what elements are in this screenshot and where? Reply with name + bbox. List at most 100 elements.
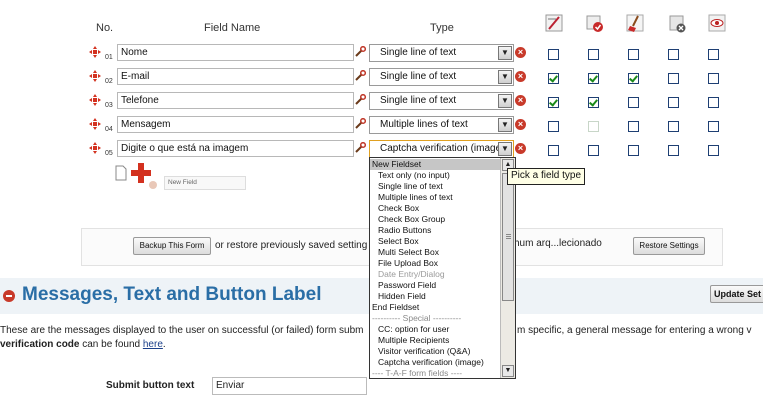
- row-number: 04: [105, 126, 113, 133]
- field-option-checkbox[interactable]: [708, 145, 719, 156]
- collapse-icon[interactable]: [3, 290, 15, 302]
- dropdown-option[interactable]: Visitor verification (Q&A): [370, 346, 501, 357]
- dropdown-option[interactable]: Captcha verification (image): [370, 357, 501, 368]
- field-option-checkbox[interactable]: [548, 97, 559, 108]
- wrench-icon[interactable]: [354, 94, 366, 106]
- field-option-checkbox[interactable]: [548, 121, 559, 132]
- dropdown-option[interactable]: Hidden Field: [370, 291, 501, 302]
- required-edit-icon[interactable]: [544, 13, 564, 33]
- submit-button-text-input[interactable]: Enviar: [212, 377, 367, 395]
- field-option-checkbox[interactable]: [588, 49, 599, 60]
- field-option-checkbox[interactable]: [548, 49, 559, 60]
- field-option-checkbox[interactable]: [628, 49, 639, 60]
- field-type-value: Multiple lines of text: [380, 119, 468, 130]
- view-eye-icon[interactable]: [707, 13, 727, 33]
- scroll-down-arrow[interactable]: ▼: [502, 365, 514, 377]
- field-name-input[interactable]: Nome: [117, 44, 354, 61]
- field-name-input[interactable]: Mensagem: [117, 116, 354, 133]
- description-line-2: verification code can be found here.: [0, 339, 166, 350]
- field-option-checkbox[interactable]: [628, 97, 639, 108]
- dropdown-option[interactable]: End Fieldset: [370, 302, 501, 313]
- field-option-checkbox[interactable]: [708, 97, 719, 108]
- field-option-checkbox[interactable]: [708, 49, 719, 60]
- description-line-1b: m specific, a general message for enteri…: [517, 325, 752, 336]
- field-option-checkbox[interactable]: [708, 121, 719, 132]
- field-option-checkbox[interactable]: [668, 145, 679, 156]
- field-option-checkbox[interactable]: [628, 145, 639, 156]
- field-option-checkbox[interactable]: [668, 121, 679, 132]
- drag-handle-icon[interactable]: [88, 45, 102, 59]
- clear-broom-icon[interactable]: [625, 13, 645, 33]
- dropdown-option[interactable]: CC: option for user: [370, 324, 501, 335]
- drag-handle-icon[interactable]: [88, 141, 102, 155]
- field-type-dropdown-list[interactable]: New Fieldset Text only (no input) Single l…: [369, 157, 516, 379]
- delete-field-icon[interactable]: ×: [515, 47, 526, 58]
- dropdown-option[interactable]: Single line of text: [370, 181, 501, 192]
- field-type-select[interactable]: Single line of text ▼: [369, 44, 514, 62]
- chevron-down-icon[interactable]: ▼: [498, 46, 512, 60]
- restore-file-input[interactable]: hum arq...lecionado: [514, 238, 602, 249]
- field-option-checkbox[interactable]: [628, 121, 639, 132]
- field-type-value: Single line of text: [380, 47, 457, 58]
- field-option-checkbox[interactable]: [588, 145, 599, 156]
- row-number: 02: [105, 78, 113, 85]
- dropdown-option[interactable]: Multiple lines of text: [370, 192, 501, 203]
- delete-field-icon[interactable]: ×: [515, 119, 526, 130]
- wrench-icon[interactable]: [354, 142, 366, 154]
- delete-field-icon[interactable]: ×: [515, 71, 526, 82]
- field-type-select[interactable]: Single line of text ▼: [369, 92, 514, 110]
- drag-handle-icon[interactable]: [88, 69, 102, 83]
- update-settings-button[interactable]: Update Set: [710, 285, 763, 303]
- chevron-down-icon[interactable]: ▼: [498, 70, 512, 84]
- hide-field-icon[interactable]: [667, 13, 687, 33]
- dropdown-option[interactable]: New Fieldset: [370, 159, 501, 170]
- drag-handle-icon[interactable]: [88, 93, 102, 107]
- dropdown-option[interactable]: Text only (no input): [370, 170, 501, 181]
- dropdown-option[interactable]: Radio Buttons: [370, 225, 501, 236]
- delete-field-icon[interactable]: ×: [515, 143, 526, 154]
- restore-settings-button[interactable]: Restore Settings: [633, 237, 705, 255]
- chevron-down-icon[interactable]: ▼: [498, 142, 512, 156]
- field-name-input[interactable]: E-mail: [117, 68, 354, 85]
- field-option-checkbox[interactable]: [668, 97, 679, 108]
- validate-check-icon[interactable]: [585, 13, 605, 33]
- delete-field-icon[interactable]: ×: [515, 95, 526, 106]
- wrench-icon[interactable]: [354, 118, 366, 130]
- new-field-input[interactable]: New Field: [164, 176, 246, 190]
- dropdown-option[interactable]: Select Box: [370, 236, 501, 247]
- field-name-input[interactable]: Digite o que está na imagem: [117, 140, 354, 157]
- field-option-checkbox[interactable]: [708, 73, 719, 84]
- description-text: can be found: [79, 339, 143, 350]
- drag-handle-icon[interactable]: [88, 117, 102, 131]
- scroll-thumb[interactable]: [502, 173, 514, 301]
- new-field-tag-icon: [149, 181, 157, 189]
- chevron-down-icon[interactable]: ▼: [498, 118, 512, 132]
- dropdown-option[interactable]: File Upload Box: [370, 258, 501, 269]
- field-type-select[interactable]: Captcha verification (image ▼: [369, 140, 514, 158]
- backup-form-button[interactable]: Backup This Form: [133, 237, 211, 255]
- field-option-checkbox[interactable]: [668, 73, 679, 84]
- here-link[interactable]: here: [143, 339, 163, 350]
- dropdown-option[interactable]: Check Box Group: [370, 214, 501, 225]
- dropdown-option: ---------- Special ----------: [372, 313, 462, 323]
- column-header-field-name: Field Name: [204, 22, 261, 34]
- field-type-select[interactable]: Single line of text ▼: [369, 68, 514, 86]
- field-option-checkbox[interactable]: [588, 97, 599, 108]
- field-name-input[interactable]: Telefone: [117, 92, 354, 109]
- dropdown-option[interactable]: Check Box: [370, 203, 501, 214]
- dropdown-option[interactable]: Multi Select Box: [370, 247, 501, 258]
- dropdown-option: ---- T-A-F form fields ----: [372, 368, 463, 378]
- wrench-icon[interactable]: [354, 70, 366, 82]
- field-option-checkbox[interactable]: [668, 49, 679, 60]
- field-option-checkbox[interactable]: [588, 73, 599, 84]
- dropdown-option[interactable]: Multiple Recipients: [370, 335, 501, 346]
- field-option-checkbox[interactable]: [548, 73, 559, 84]
- wrench-icon[interactable]: [354, 46, 366, 58]
- chevron-down-icon[interactable]: ▼: [498, 94, 512, 108]
- field-option-checkbox[interactable]: [628, 73, 639, 84]
- dropdown-scrollbar[interactable]: ▲ ▼: [500, 158, 515, 378]
- field-option-checkbox[interactable]: [548, 145, 559, 156]
- dropdown-option[interactable]: Password Field: [370, 280, 501, 291]
- field-type-tooltip: Pick a field type: [507, 168, 586, 185]
- field-type-select[interactable]: Multiple lines of text ▼: [369, 116, 514, 134]
